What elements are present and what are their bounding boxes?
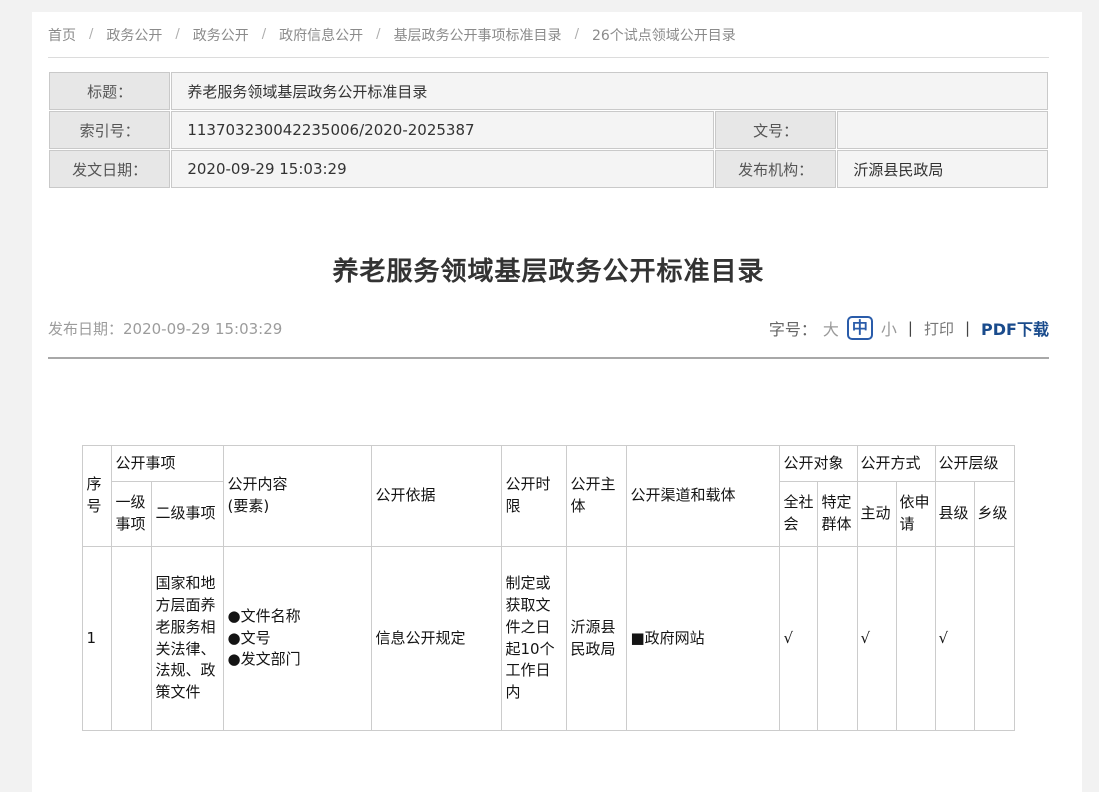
meta-date-label: 发文日期： [49,150,170,188]
font-size-small-button[interactable]: 小 [881,316,897,340]
breadcrumb: 首页 / 政务公开 / 政务公开 / 政府信息公开 / 基层政务公开事项标准目录… [48,12,1049,58]
cell-content: ●文件名称 ●文号 ●发文部门 [224,547,372,731]
font-size-large-button[interactable]: 大 [823,316,839,340]
publish-info-row: 发布日期：2020-09-29 15:03:29 字号： 大 中 小 | 打印 … [48,314,1049,342]
cell-time-limit: 制定或获取文件之日起10个工作日内 [502,547,567,731]
col-header-basis: 公开依据 [372,446,502,547]
col-header-matter-group: 公开事项 [112,446,224,482]
cell-target-specific [818,547,857,731]
meta-index-value: 113703230042235006/2020-2025387 [171,111,714,149]
col-header-target-all: 全社会 [780,482,818,547]
content-bullet-item: ●文号 [227,628,368,650]
breadcrumb-separator: / [262,27,266,42]
meta-docno-label: 文号： [715,111,836,149]
breadcrumb-item-home[interactable]: 首页 [48,25,76,45]
page-title: 养老服务领域基层政务公开标准目录 [48,251,1049,288]
cell-level-township [974,547,1014,731]
meta-date-value: 2020-09-29 15:03:29 [171,150,714,188]
breadcrumb-separator: / [575,27,579,42]
breadcrumb-item-gov-info[interactable]: 政府信息公开 [279,25,363,45]
meta-org-value: 沂源县民政局 [837,150,1048,188]
breadcrumb-separator: / [89,27,93,42]
col-header-level-county: 县级 [935,482,974,547]
breadcrumb-item-zhengwu-2[interactable]: 政务公开 [193,25,249,45]
cell-channel: ■政府网站 [627,547,780,731]
meta-index-label: 索引号： [49,111,170,149]
cell-level1 [112,547,152,731]
table-row: 1 国家和地方层面养老服务相关法律、法规、政策文件 ●文件名称 ●文号 ●发文部… [83,547,1014,731]
pdf-download-button[interactable]: PDF下载 [981,316,1049,340]
breadcrumb-item-pilot-catalog[interactable]: 26个试点领域公开目录 [592,25,736,45]
col-header-level2: 二级事项 [152,482,224,547]
content-bullet-item: ●发文部门 [227,649,368,671]
col-header-level-township: 乡级 [974,482,1014,547]
content-bullet-item: ●文件名称 [227,606,368,628]
col-header-target-group: 公开对象 [780,446,857,482]
col-header-level-group: 公开层级 [935,446,1014,482]
print-button[interactable]: 打印 [924,318,954,339]
content-card: 首页 / 政务公开 / 政务公开 / 政府信息公开 / 基层政务公开事项标准目录… [32,12,1082,792]
font-size-medium-button[interactable]: 中 [847,316,873,340]
col-header-target-specific: 特定群体 [818,482,857,547]
document-meta-table: 标题： 养老服务领域基层政务公开标准目录 索引号： 11370323004223… [48,71,1049,189]
cell-seq: 1 [83,547,112,731]
breadcrumb-item-zhengwu-1[interactable]: 政务公开 [106,25,162,45]
separator-bar: | [908,319,913,337]
col-header-channel: 公开渠道和载体 [627,446,780,547]
cell-target-all: √ [780,547,818,731]
breadcrumb-separator: / [376,27,380,42]
content-divider [48,357,1049,359]
cell-mode-active: √ [857,547,896,731]
cell-subject: 沂源县民政局 [567,547,627,731]
cell-level-county: √ [935,547,974,731]
col-header-content: 公开内容 (要素) [224,446,372,547]
cell-level2: 国家和地方层面养老服务相关法律、法规、政策文件 [152,547,224,731]
publish-date: 发布日期：2020-09-29 15:03:29 [48,318,282,339]
meta-docno-value [837,111,1048,149]
meta-org-label: 发布机构： [715,150,836,188]
meta-title-label: 标题： [49,72,170,110]
font-size-label: 字号： [769,316,817,340]
col-header-time-limit: 公开时限 [502,446,567,547]
col-header-mode-request: 依申请 [896,482,935,547]
breadcrumb-item-standard-catalog[interactable]: 基层政务公开事项标准目录 [394,25,562,45]
disclosure-catalog-table: 序号 公开事项 公开内容 (要素) 公开依据 公开时限 公开主体 公开渠道和载体… [82,445,1014,731]
col-header-level1: 一级事项 [112,482,152,547]
cell-basis: 信息公开规定 [372,547,502,731]
cell-mode-request [896,547,935,731]
col-header-seq: 序号 [83,446,112,547]
col-header-mode-group: 公开方式 [857,446,935,482]
meta-title-value: 养老服务领域基层政务公开标准目录 [171,72,1048,110]
separator-bar: | [965,319,970,337]
col-header-mode-active: 主动 [857,482,896,547]
article-controls: 字号： 大 中 小 | 打印 | PDF下载 [769,316,1049,340]
breadcrumb-separator: / [175,27,179,42]
col-header-subject: 公开主体 [567,446,627,547]
